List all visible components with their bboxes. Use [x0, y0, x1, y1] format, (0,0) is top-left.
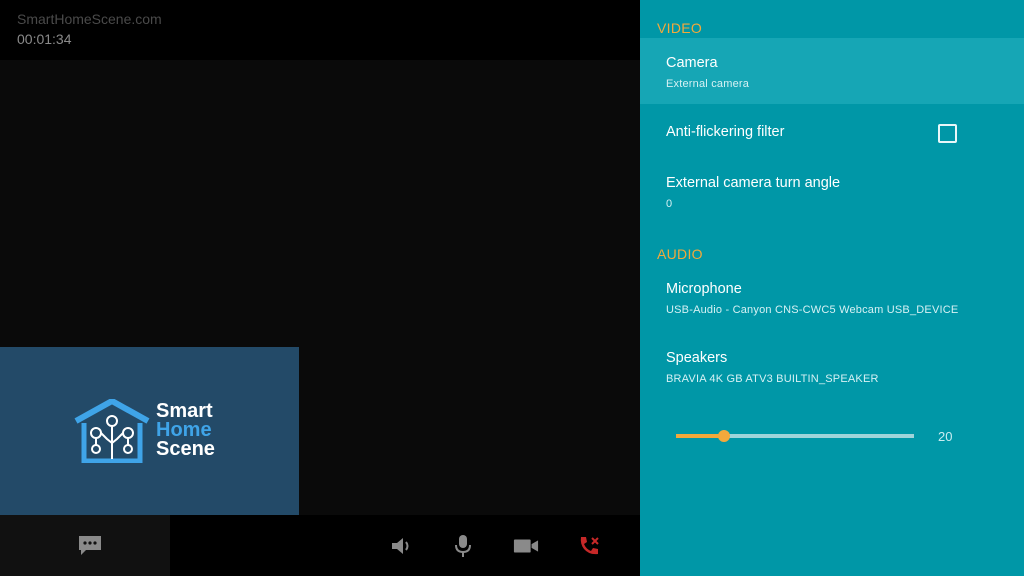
call-toolbar — [0, 515, 640, 576]
speaker-icon[interactable] — [388, 533, 414, 559]
end-call-icon[interactable] — [576, 533, 602, 559]
video-camera-icon[interactable] — [513, 533, 539, 559]
camera-value: External camera — [666, 78, 750, 90]
camera-label: Camera — [666, 55, 718, 71]
video-area: SmartHomeScene.com 00:01:34 Smart Home S… — [0, 0, 640, 576]
turn-angle-setting-row[interactable]: External camera turn angle 0 — [640, 160, 1024, 220]
volume-slider[interactable] — [676, 426, 914, 446]
speakers-setting-row[interactable]: Speakers BRAVIA 4K GB ATV3 BUILTIN_SPEAK… — [640, 336, 1024, 396]
camera-setting-row[interactable]: Camera External camera — [640, 38, 1024, 104]
anti-flicker-checkbox[interactable] — [938, 124, 957, 143]
turn-angle-value: 0 — [666, 198, 673, 210]
chat-button[interactable] — [0, 515, 170, 576]
settings-panel: VIDEO Camera External camera Anti-flicke… — [640, 0, 1024, 576]
logo-line-3: Scene — [156, 438, 215, 460]
audio-section-header: AUDIO — [657, 246, 703, 262]
call-info-bar: SmartHomeScene.com 00:01:34 — [0, 0, 640, 60]
turn-angle-label: External camera turn angle — [666, 175, 841, 191]
speakers-label: Speakers — [666, 350, 728, 366]
microphone-label: Microphone — [666, 281, 742, 297]
microphone-value: USB-Audio - Canyon CNS-CWC5 Webcam USB_D… — [666, 304, 959, 316]
anti-flicker-label: Anti-flickering filter — [666, 124, 785, 140]
caller-name: SmartHomeScene.com — [17, 11, 162, 27]
volume-slider-fill — [676, 434, 724, 438]
logo-wordmark: Smart Home Scene — [156, 401, 215, 460]
self-view-preview[interactable]: Smart Home Scene — [0, 347, 299, 515]
anti-flicker-setting-row[interactable]: Anti-flickering filter — [640, 110, 1024, 154]
microphone-setting-row[interactable]: Microphone USB-Audio - Canyon CNS-CWC5 W… — [640, 266, 1024, 328]
house-logo-icon — [74, 398, 150, 464]
call-timer: 00:01:34 — [17, 31, 72, 47]
volume-value: 20 — [938, 429, 953, 444]
video-section-header: VIDEO — [657, 20, 703, 36]
speakers-value: BRAVIA 4K GB ATV3 BUILTIN_SPEAKER — [666, 373, 879, 385]
chat-icon — [77, 533, 103, 559]
smarthomescene-logo: Smart Home Scene — [74, 398, 215, 468]
volume-slider-thumb[interactable] — [718, 430, 730, 442]
microphone-icon[interactable] — [450, 533, 476, 559]
